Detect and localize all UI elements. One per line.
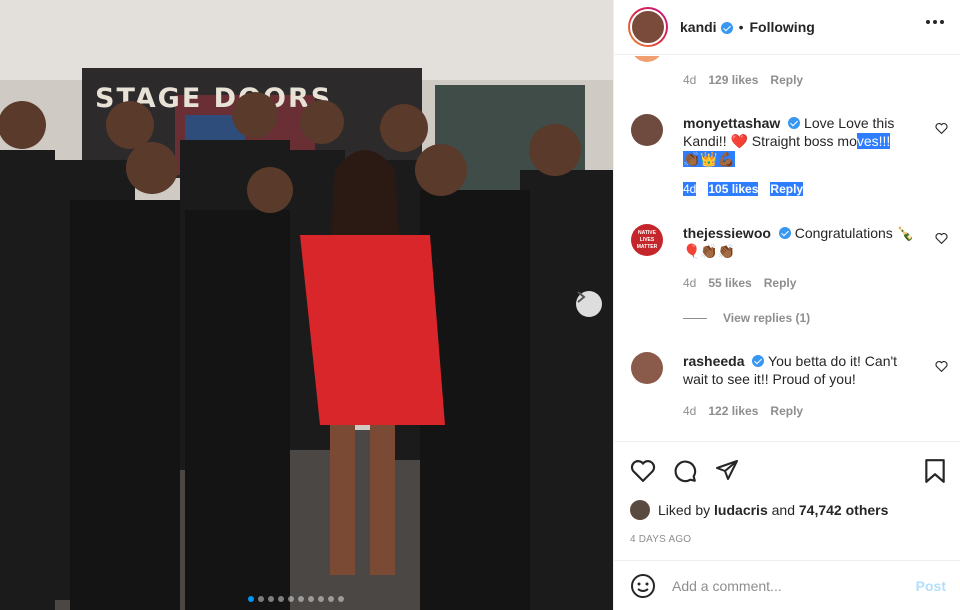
author-avatar[interactable] bbox=[628, 7, 668, 47]
post-header: kandi • Following bbox=[614, 0, 960, 55]
liked-by-prefix: Liked by bbox=[658, 502, 711, 518]
carousel-dot bbox=[338, 596, 344, 602]
comment-avatar[interactable] bbox=[631, 114, 663, 146]
carousel-dot bbox=[248, 596, 254, 602]
comment-avatar[interactable]: NATIVE LIVES MATTER bbox=[631, 224, 663, 256]
like-comment-heart-icon[interactable] bbox=[935, 122, 948, 134]
emoji-icon[interactable] bbox=[630, 573, 656, 599]
verified-badge-icon bbox=[720, 22, 733, 34]
replies-divider bbox=[683, 317, 707, 319]
view-replies-button[interactable]: View replies (1) bbox=[683, 311, 810, 325]
comment-text-cont: Straight boss mo bbox=[747, 133, 857, 149]
carousel-dot bbox=[308, 596, 314, 602]
more-options-icon[interactable] bbox=[926, 20, 944, 24]
comment-likes[interactable]: 55 likes bbox=[708, 276, 751, 290]
comment-meta: 4d 55 likes Reply bbox=[683, 276, 796, 290]
chevron-right-icon bbox=[577, 291, 586, 303]
verified-badge-icon bbox=[788, 117, 801, 129]
comment-username[interactable]: rasheeda bbox=[683, 353, 744, 369]
comment-bubble-icon[interactable] bbox=[672, 458, 698, 484]
bookmark-icon[interactable] bbox=[924, 458, 946, 484]
comment-time: 4d bbox=[683, 276, 697, 290]
carousel-dots bbox=[248, 596, 344, 602]
post-actions-bar bbox=[614, 441, 960, 497]
comment-avatar[interactable] bbox=[631, 56, 663, 62]
comment-meta: 4d 129 likes Reply bbox=[683, 73, 803, 87]
share-plane-icon[interactable] bbox=[714, 458, 740, 482]
carousel-dot bbox=[288, 596, 294, 602]
comment-username[interactable]: monyettashaw bbox=[683, 115, 780, 131]
comment-text: Congratulations 🍾 bbox=[794, 225, 915, 241]
add-comment-bar: Post bbox=[614, 560, 960, 610]
verified-badge-icon bbox=[778, 227, 791, 239]
comment-likes[interactable]: 129 likes bbox=[708, 73, 758, 87]
heart-emoji: ❤️ bbox=[730, 133, 748, 149]
liked-by-count[interactable]: 74,742 others bbox=[799, 502, 889, 518]
comment-time: 4d bbox=[683, 404, 697, 418]
reply-button[interactable]: Reply bbox=[770, 404, 803, 418]
carousel-dot bbox=[328, 596, 334, 602]
comment-likes[interactable]: 105 likes bbox=[708, 182, 759, 196]
carousel-dot bbox=[268, 596, 274, 602]
carousel-dot bbox=[278, 596, 284, 602]
next-slide-button[interactable] bbox=[576, 291, 602, 317]
comment-input[interactable] bbox=[672, 577, 892, 594]
liked-by: Liked by ludacris and 74,742 others bbox=[630, 500, 888, 520]
reply-button[interactable]: Reply bbox=[770, 182, 804, 196]
comment-avatar[interactable] bbox=[631, 352, 663, 384]
comment-meta: 4d 105 likes Reply bbox=[683, 182, 804, 196]
view-replies-label: View replies (1) bbox=[723, 311, 811, 325]
comments-list[interactable]: 4d 129 likes Reply monyettashaw Love Lov… bbox=[614, 56, 960, 441]
post-photo[interactable]: STAGE DOORS bbox=[0, 0, 613, 610]
reply-button[interactable]: Reply bbox=[764, 276, 797, 290]
like-heart-icon[interactable] bbox=[630, 458, 656, 482]
post-timestamp[interactable]: 4 DAYS AGO bbox=[630, 534, 691, 545]
author-username[interactable]: kandi bbox=[680, 19, 717, 35]
liked-by-middle: and bbox=[771, 502, 795, 518]
carousel-dot bbox=[318, 596, 324, 602]
comment-meta: 4d 122 likes Reply bbox=[683, 404, 803, 418]
header-separator: • bbox=[738, 19, 744, 35]
comment-emojis: 👏🏾👑💪🏾 bbox=[683, 151, 736, 167]
liked-by-avatar[interactable] bbox=[630, 500, 650, 520]
comment-username[interactable]: thejessiewoo bbox=[683, 225, 771, 241]
following-button[interactable]: Following bbox=[749, 19, 814, 35]
like-comment-heart-icon[interactable] bbox=[935, 232, 948, 244]
post-side-panel: kandi • Following 4d 129 likes Reply mon… bbox=[613, 0, 960, 610]
post-comment-button[interactable]: Post bbox=[916, 578, 946, 594]
verified-badge-icon bbox=[752, 355, 765, 367]
group-photo: STAGE DOORS bbox=[0, 0, 613, 610]
carousel-dot bbox=[298, 596, 304, 602]
comment-time: 4d bbox=[683, 182, 697, 196]
like-comment-heart-icon[interactable] bbox=[935, 360, 948, 372]
selected-text: ves!!! bbox=[856, 133, 891, 149]
comment-time: 4d bbox=[683, 73, 697, 87]
comment-likes[interactable]: 122 likes bbox=[708, 404, 758, 418]
carousel-dot bbox=[258, 596, 264, 602]
reply-button[interactable]: Reply bbox=[770, 73, 803, 87]
comment-emojis: 🎈👏🏾👏🏾 bbox=[683, 243, 736, 259]
liked-by-user[interactable]: ludacris bbox=[714, 502, 768, 518]
